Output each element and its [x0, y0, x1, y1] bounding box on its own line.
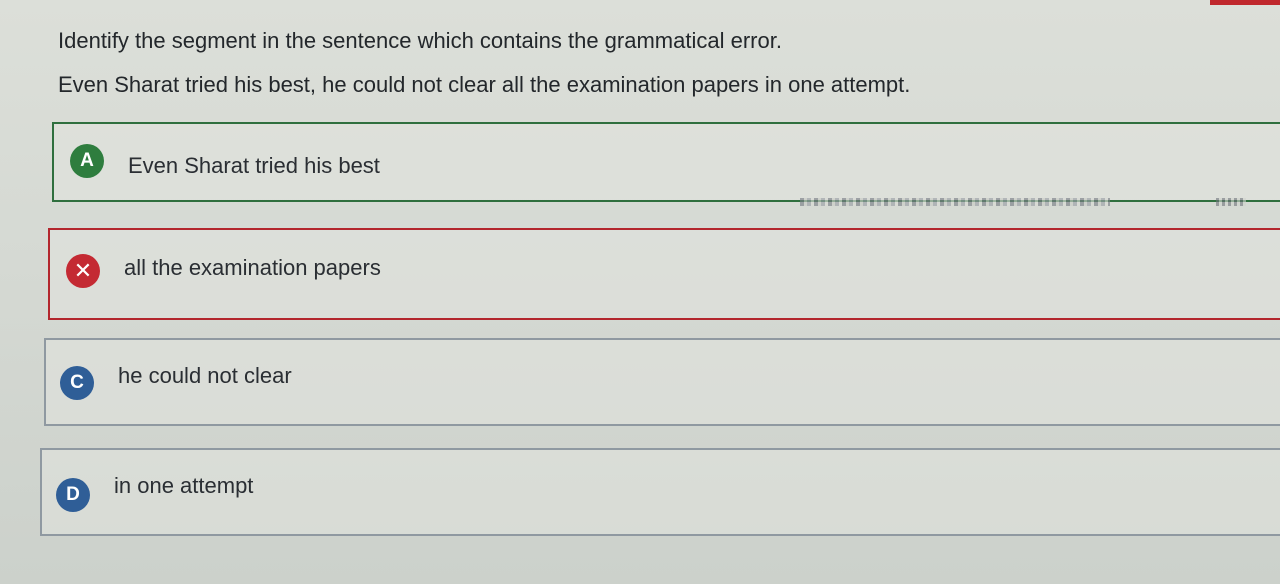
option-a[interactable]: A Even Sharat tried his best — [52, 122, 1280, 202]
wrong-answer-icon: ✕ — [66, 254, 100, 288]
question-block: Identify the segment in the sentence whi… — [58, 26, 1238, 100]
top-accent-bar — [1210, 0, 1280, 5]
question-prompt: Identify the segment in the sentence whi… — [58, 28, 782, 53]
option-d-text: in one attempt — [114, 473, 254, 498]
option-b-text: all the examination papers — [124, 255, 381, 280]
option-a-badge: A — [70, 144, 104, 178]
option-c-text: he could not clear — [118, 363, 292, 388]
question-sentence: Even Sharat tried his best, he could not… — [58, 72, 911, 97]
option-b[interactable]: ✕ all the examination papers — [48, 228, 1280, 320]
screen-artifact-right — [1216, 198, 1246, 206]
option-a-text: Even Sharat tried his best — [128, 153, 380, 178]
screen-artifact — [800, 198, 1110, 206]
option-c[interactable]: C he could not clear — [44, 338, 1280, 426]
option-d[interactable]: D in one attempt — [40, 448, 1280, 536]
option-d-badge: D — [56, 478, 90, 512]
option-c-badge: C — [60, 366, 94, 400]
